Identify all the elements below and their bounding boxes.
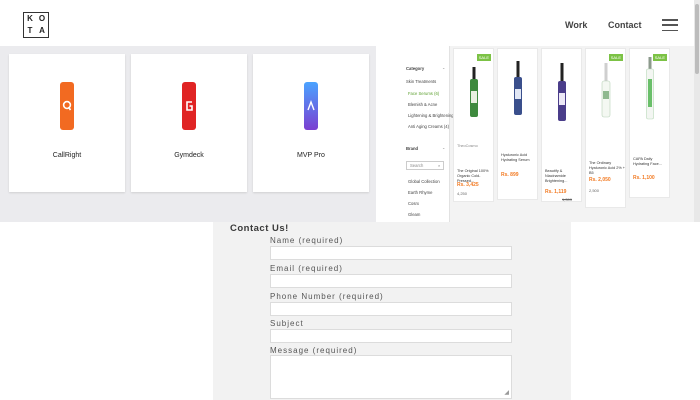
product-old-price: 4,250 bbox=[457, 191, 468, 196]
product-card[interactable]: SALE TheoCosmo The Original 100% Organic… bbox=[453, 48, 494, 202]
phone-label: Phone Number (required) bbox=[270, 292, 384, 301]
product-image bbox=[646, 57, 654, 120]
logo-letter: K bbox=[27, 14, 33, 23]
product-image bbox=[601, 63, 611, 118]
product-image bbox=[514, 61, 522, 115]
product-listing-screenshot: Category ⌄ Skin Treatments Face Serums (… bbox=[376, 46, 694, 222]
product-price: Rs. 899 bbox=[501, 172, 519, 178]
product-card[interactable]: Beautify & Niacinamide Brightening... Rs… bbox=[541, 48, 582, 202]
message-textarea[interactable]: ◢ bbox=[270, 355, 512, 399]
name-label: Name (required) bbox=[270, 236, 344, 245]
app-name: MVP Pro bbox=[297, 152, 325, 159]
gymdeck-logo-icon bbox=[182, 82, 196, 130]
nav-work-link[interactable]: Work bbox=[565, 20, 587, 30]
email-input[interactable] bbox=[270, 274, 512, 288]
message-label: Message (required) bbox=[270, 346, 358, 355]
product-card[interactable]: SALE CAPA Daily Hydrating Face... Rs. 1,… bbox=[629, 48, 670, 198]
callright-logo-icon bbox=[60, 82, 74, 130]
filter-brand-header: Brand bbox=[406, 146, 419, 151]
logo-letter: A bbox=[39, 26, 45, 35]
hamburger-menu-icon[interactable] bbox=[662, 19, 678, 31]
resize-handle-icon[interactable]: ◢ bbox=[504, 390, 509, 396]
filter-item[interactable]: Face Serums (6) bbox=[408, 91, 439, 96]
product-price: Rs. 3,425 bbox=[457, 182, 479, 188]
kota-logo[interactable]: K O T A bbox=[23, 12, 49, 38]
brand-item[interactable]: Earth Rhyme bbox=[408, 190, 432, 195]
app-name: Gymdeck bbox=[174, 152, 204, 159]
email-label: Email (required) bbox=[270, 264, 343, 273]
name-input[interactable] bbox=[270, 246, 512, 260]
site-header: K O T A Work Contact bbox=[0, 0, 700, 46]
logo-letter: T bbox=[27, 26, 33, 35]
brand-item[interactable]: Cosrx bbox=[408, 201, 419, 206]
filter-sidebar: Category ⌄ Skin Treatments Face Serums (… bbox=[376, 46, 454, 222]
product-name: The Ordinary Hyaluronic Acid 2% + B5 bbox=[589, 161, 625, 175]
filter-item[interactable]: Anti Aging Creams (4) bbox=[408, 124, 449, 129]
sale-badge: SALE bbox=[608, 54, 623, 61]
page-scrollbar-thumb[interactable] bbox=[695, 4, 699, 74]
product-price: Rs. 1,119 bbox=[545, 189, 567, 195]
subject-input[interactable] bbox=[270, 329, 512, 343]
brand-search-input[interactable]: Search ⌕ bbox=[406, 161, 444, 170]
product-name: Beautify & Niacinamide Brightening... bbox=[545, 169, 568, 183]
chevron-down-icon[interactable]: ⌄ bbox=[442, 65, 446, 70]
brand-search-placeholder: Search bbox=[410, 163, 424, 168]
brand-item[interactable]: Global Collection bbox=[408, 179, 440, 184]
nav-contact-link[interactable]: Contact bbox=[608, 20, 642, 30]
contact-form: Contact Us! Name (required) Email (requi… bbox=[213, 222, 571, 400]
app-showcase-panel: CallRight Gymdeck MVP Pro bbox=[0, 46, 376, 222]
contact-form-title: Contact Us! bbox=[230, 223, 289, 234]
product-old-price: 1,399 bbox=[562, 197, 573, 202]
chevron-down-icon[interactable]: ⌄ bbox=[442, 145, 446, 150]
app-card-mvp-pro[interactable]: MVP Pro bbox=[253, 54, 369, 192]
app-card-callright[interactable]: CallRight bbox=[9, 54, 125, 192]
search-icon: ⌕ bbox=[438, 163, 441, 168]
sale-badge: SALE bbox=[476, 54, 491, 61]
product-brand: TheoCosmo bbox=[457, 144, 478, 148]
app-name: CallRight bbox=[52, 152, 82, 159]
product-image bbox=[470, 67, 478, 117]
product-old-price: 2,500 bbox=[589, 188, 600, 193]
filter-category-header: Category bbox=[406, 66, 425, 71]
product-price: Rs. 1,100 bbox=[633, 175, 655, 181]
product-name: CAPA Daily Hydrating Face... bbox=[633, 157, 662, 166]
filter-item[interactable]: Skin Treatments bbox=[406, 79, 436, 84]
subject-label: Subject bbox=[270, 319, 304, 328]
product-image bbox=[558, 63, 566, 121]
product-name: Hyaluronic Acid Hydrating Serum bbox=[501, 153, 530, 162]
product-card[interactable]: SALE The Ordinary Hyaluronic Acid 2% + B… bbox=[585, 48, 626, 208]
filter-item[interactable]: Blemish & Acne bbox=[408, 102, 437, 107]
brand-item[interactable]: Gleam bbox=[408, 212, 420, 217]
app-card-gymdeck[interactable]: Gymdeck bbox=[131, 54, 247, 192]
product-card[interactable]: Hyaluronic Acid Hydrating Serum Rs. 899 bbox=[497, 48, 538, 200]
product-price: Rs. 2,050 bbox=[589, 177, 611, 183]
filter-item[interactable]: Lightening & Brightening bbox=[408, 113, 454, 118]
phone-input[interactable] bbox=[270, 302, 512, 316]
logo-letter: O bbox=[38, 14, 46, 23]
mvp-pro-logo-icon bbox=[304, 82, 318, 130]
